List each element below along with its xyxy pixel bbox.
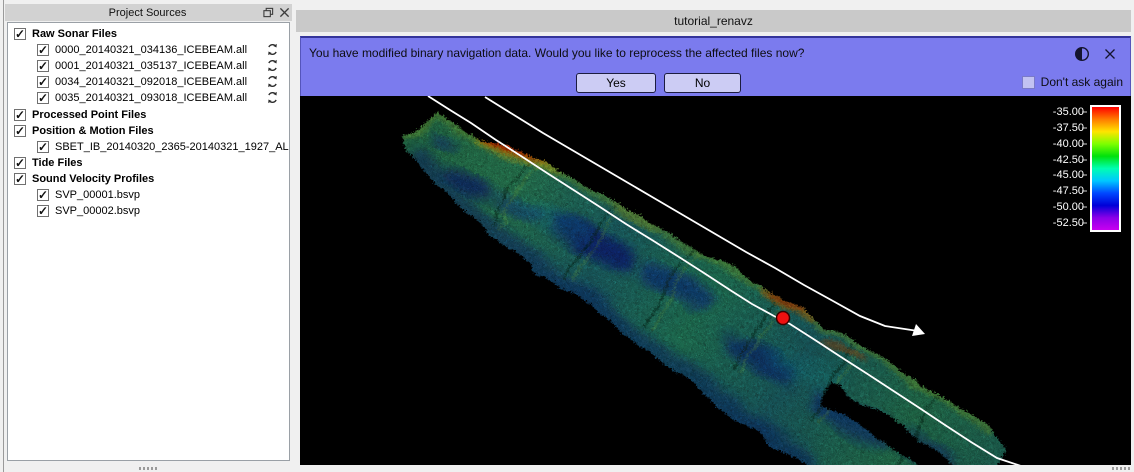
colorbar-tick — [1082, 222, 1087, 223]
tree-item[interactable]: Raw Sonar Files — [8, 26, 289, 42]
colorbar-depth-label: -35.00 — [1053, 106, 1084, 118]
tree-item[interactable]: Position & Motion Files — [8, 123, 289, 139]
3d-viewport[interactable]: -35.00 -37.50 -40.00 -42.50 -45.00 -47.50 -50.… — [300, 96, 1131, 465]
reprocess-notification-bar: You have modified binary navigation data… — [300, 36, 1131, 96]
tree-item-label: 0034_20140321_092018_ICEBEAM.all — [55, 76, 247, 88]
project-sources-panel: Project Sources Raw Sonar Files 0000_2014… — [0, 0, 296, 472]
dont-ask-again-option[interactable]: Don't ask again — [1022, 75, 1123, 89]
colorbar-depth-label: -45.00 — [1053, 169, 1084, 181]
tree-item[interactable]: SBET_IB_20140320_2365-20140321_1927_AL..… — [8, 139, 289, 155]
refresh-icon — [266, 43, 279, 56]
tree-item-checkbox[interactable] — [14, 28, 26, 40]
tree-item[interactable]: Sound Velocity Profiles — [8, 171, 289, 187]
project-sources-tree: Raw Sonar Files 0000_20140321_034136_ICEB… — [7, 22, 290, 461]
scene-title-bar: tutorial_renavz — [296, 10, 1131, 32]
no-button[interactable]: No — [664, 73, 741, 93]
splitter-handle[interactable] — [139, 467, 157, 470]
colorbar-tick — [1082, 159, 1087, 160]
colorbar-tick — [1082, 127, 1087, 128]
tree-item-label: 0035_20140321_093018_ICEBEAM.all — [55, 92, 247, 104]
float-panel-icon[interactable] — [260, 5, 276, 20]
tree-item[interactable]: Tide Files — [8, 155, 289, 171]
tree-item-checkbox[interactable] — [14, 173, 26, 185]
tree-item-checkbox[interactable] — [37, 189, 49, 201]
tree-item[interactable]: SVP_00001.bsvp — [8, 187, 289, 203]
scene-view-panel: tutorial_renavz You have modified binary… — [296, 0, 1134, 472]
tree-item-label: 0000_20140321_034136_ICEBEAM.all — [55, 44, 247, 56]
tree-item-checkbox[interactable] — [14, 125, 26, 137]
tree-item-checkbox[interactable] — [37, 141, 49, 153]
colorbar-depth-label: -42.50 — [1053, 154, 1084, 166]
tree-item-label: Raw Sonar Files — [32, 28, 117, 40]
notification-message: You have modified binary navigation data… — [309, 46, 804, 60]
tree-item-checkbox[interactable] — [14, 109, 26, 121]
tree-item-label: 0001_20140321_035137_ICEBEAM.all — [55, 60, 247, 72]
tree-item-checkbox[interactable] — [37, 76, 49, 88]
contrast-icon[interactable] — [1073, 45, 1091, 63]
tree-item-checkbox[interactable] — [37, 205, 49, 217]
refresh-icon — [266, 59, 279, 72]
tree-item[interactable]: 0000_20140321_034136_ICEBEAM.all — [8, 42, 289, 58]
tree-item[interactable]: Processed Point Files — [8, 106, 289, 122]
refresh-icon — [266, 91, 279, 104]
dont-ask-checkbox[interactable] — [1022, 76, 1035, 89]
colorbar-depth-label: -52.50 — [1053, 217, 1084, 229]
tree-item-checkbox[interactable] — [37, 44, 49, 56]
refresh-icon — [266, 75, 279, 88]
3d-scene — [300, 96, 1131, 465]
tree-item-label: SVP_00001.bsvp — [55, 189, 140, 201]
project-sources-header: Project Sources — [5, 4, 292, 21]
colorbar-tick — [1082, 207, 1087, 208]
tree-item[interactable]: 0035_20140321_093018_ICEBEAM.all — [8, 90, 289, 106]
close-panel-icon[interactable] — [276, 5, 292, 20]
panel-left-border — [3, 0, 4, 472]
colorbar-depth-label: -47.50 — [1053, 185, 1084, 197]
colorbar-tick — [1082, 112, 1087, 113]
tree-item-checkbox[interactable] — [14, 157, 26, 169]
panel-title: Project Sources — [5, 7, 260, 19]
colorbar-depth-label: -37.50 — [1053, 122, 1084, 134]
dont-ask-label: Don't ask again — [1041, 75, 1123, 89]
tree-item[interactable]: 0001_20140321_035137_ICEBEAM.all — [8, 58, 289, 74]
tree-item-label: Sound Velocity Profiles — [32, 173, 154, 185]
tree-item[interactable]: 0034_20140321_092018_ICEBEAM.all — [8, 74, 289, 90]
splitter-handle[interactable] — [1112, 467, 1130, 470]
tree-item-checkbox[interactable] — [37, 60, 49, 72]
tree-item-label: Processed Point Files — [32, 109, 146, 121]
tree-item[interactable]: SVP_00002.bsvp — [8, 203, 289, 219]
tree-item-label: Tide Files — [32, 157, 83, 169]
colorbar-tick — [1082, 191, 1087, 192]
yes-button[interactable]: Yes — [576, 73, 656, 93]
app-window: Project Sources Raw Sonar Files 0000_2014… — [0, 0, 1134, 472]
tree-item-label: SBET_IB_20140320_2365-20140321_1927_AL..… — [55, 141, 289, 153]
tree-item-label: Position & Motion Files — [32, 125, 154, 137]
colorbar-depth-label: -50.00 — [1053, 201, 1084, 213]
tree-item-checkbox[interactable] — [37, 92, 49, 104]
colorbar-tick — [1082, 175, 1087, 176]
colorbar-tick — [1082, 143, 1087, 144]
colorbar — [1090, 105, 1121, 232]
position-marker — [777, 312, 790, 325]
close-notification-icon[interactable] — [1101, 45, 1119, 63]
colorbar-depth-label: -40.00 — [1053, 138, 1084, 150]
tree-item-label: SVP_00002.bsvp — [55, 205, 140, 217]
